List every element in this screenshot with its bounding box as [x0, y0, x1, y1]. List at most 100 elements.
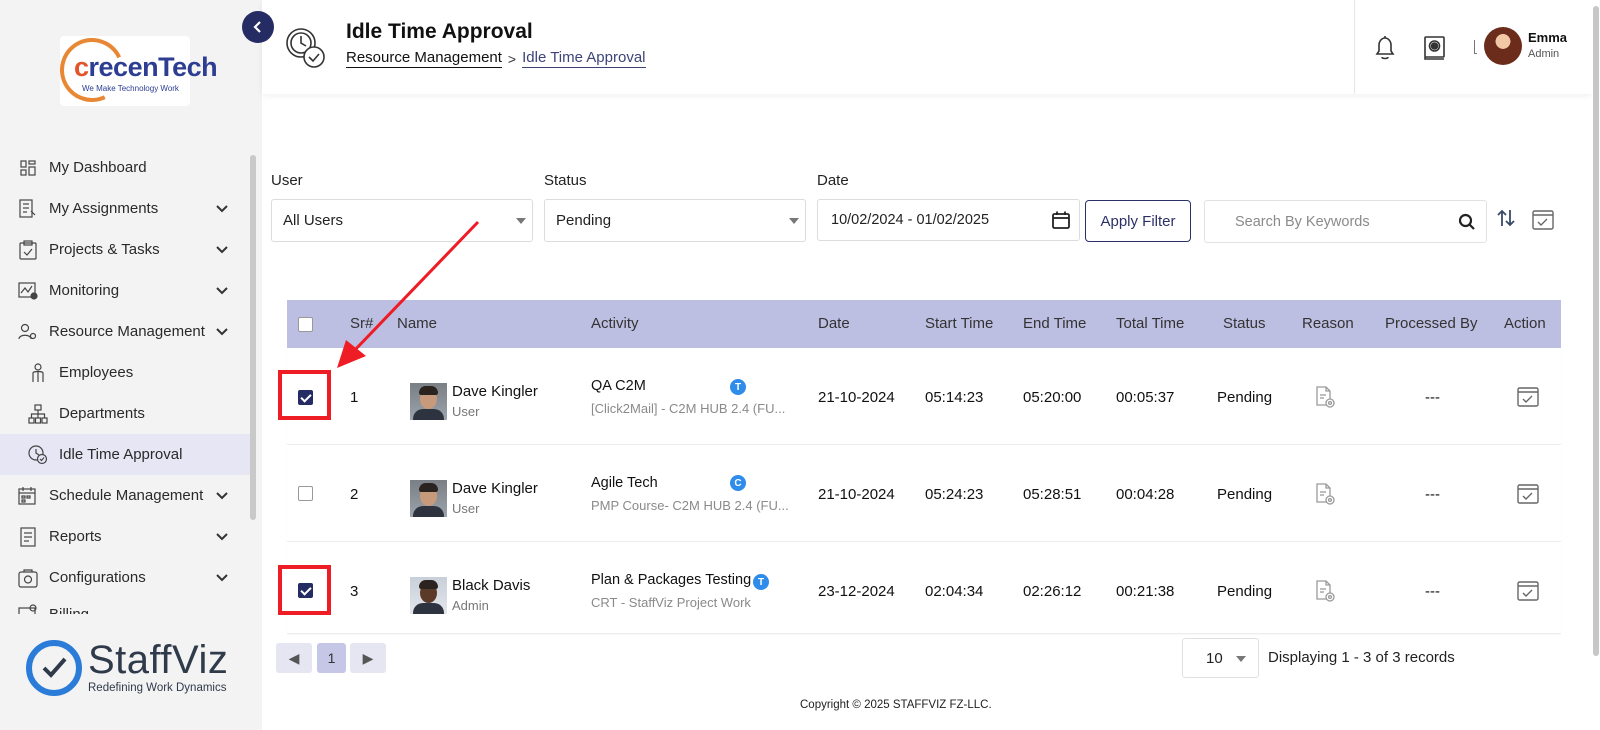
sidebar-item-label: Departments [59, 405, 145, 422]
sidebar-scrollbar[interactable] [250, 155, 256, 520]
user-photo [410, 577, 447, 614]
sidebar-item-label: Idle Time Approval [59, 446, 183, 463]
column-header-date: Date [818, 315, 850, 332]
idle-time-table: Sr# Name Activity Date Start Time End Ti… [287, 300, 1561, 634]
row-checkbox[interactable] [298, 486, 313, 501]
sidebar-item-my-assignments[interactable]: My Assignments [0, 188, 250, 229]
sidebar-item-monitoring[interactable]: Monitoring [0, 270, 250, 311]
row-status: Pending [1217, 486, 1273, 503]
search-icon[interactable] [1458, 213, 1476, 231]
billing-icon [18, 604, 38, 614]
sidebar-item-label: Resource Management [49, 323, 205, 340]
breadcrumb-resource-management[interactable]: Resource Management [346, 49, 502, 68]
page-scrollbar[interactable] [1592, 0, 1600, 730]
row-date: 21-10-2024 [818, 486, 895, 503]
per-page-select[interactable]: 10 [1182, 638, 1259, 678]
user-photo [410, 480, 447, 517]
breadcrumb-separator: > [507, 50, 517, 67]
page-scrollbar-thumb[interactable] [1593, 6, 1599, 656]
column-header-end-time: End Time [1023, 315, 1087, 332]
reason-document-icon[interactable] [1314, 579, 1336, 603]
next-page-button[interactable]: ▶ [350, 643, 386, 673]
sidebar-item-reports[interactable]: Reports [0, 516, 250, 557]
column-header-action: Action [1504, 315, 1546, 332]
sidebar-item-projects-tasks[interactable]: Projects & Tasks [0, 229, 250, 270]
row-sr: 2 [350, 486, 359, 503]
chevron-down-icon [216, 287, 228, 295]
manual-book-icon[interactable] [1422, 34, 1448, 62]
breadcrumb-idle-time-approval[interactable]: Idle Time Approval [522, 49, 646, 68]
notification-bell-icon[interactable] [1372, 34, 1398, 62]
activity-badge: C [730, 475, 746, 491]
chevron-down-icon [216, 574, 228, 582]
idle-clock-icon [28, 444, 48, 465]
logo-text: crecenTech [74, 52, 218, 82]
sidebar-item-label: Configurations [49, 569, 146, 586]
prev-page-button[interactable]: ◀ [276, 643, 312, 673]
row-status: Pending [1217, 389, 1273, 406]
row-sr: 3 [350, 583, 359, 600]
user-filter-value: All Users [283, 212, 344, 229]
caret-down-icon [1236, 656, 1246, 662]
row-activity-detail: [Click2Mail] - C2M HUB 2.4 (FU... [591, 401, 786, 416]
separator-mark [1474, 40, 1477, 54]
approve-action-icon[interactable] [1516, 481, 1540, 505]
monitoring-icon [18, 281, 38, 301]
idle-time-clock-icon [286, 28, 325, 68]
row-processed-by: --- [1425, 583, 1440, 600]
sidebar-item-label: My Assignments [49, 200, 159, 217]
sidebar-item-departments[interactable]: Departments [0, 393, 250, 434]
column-header-sr: Sr# [350, 315, 374, 332]
table-row: 2 Dave Kingler User Agile Tech C PMP Cou… [287, 445, 1561, 542]
sidebar-item-my-dashboard[interactable]: My Dashboard [0, 147, 250, 188]
column-header-reason: Reason [1302, 315, 1354, 332]
row-activity-title: Agile Tech [591, 475, 658, 491]
employee-icon [28, 362, 48, 383]
row-user-name: Black Davis [452, 577, 531, 594]
brand-name: StaffViz [88, 638, 229, 682]
column-header-total-time: Total Time [1116, 315, 1185, 332]
reason-document-icon[interactable] [1314, 482, 1336, 506]
bulk-approve-icon[interactable] [1531, 207, 1555, 231]
sidebar: crecenTech We Make Technology Work My Da… [0, 0, 262, 730]
sidebar-item-schedule-management[interactable]: Schedule Management [0, 475, 250, 516]
approve-action-icon[interactable] [1516, 384, 1540, 408]
brand-tagline: Redefining Work Dynamics [88, 682, 227, 694]
apply-filter-button[interactable]: Apply Filter [1085, 200, 1191, 242]
sidebar-item-configurations[interactable]: Configurations [0, 557, 250, 598]
sidebar-item-label: Schedule Management [49, 487, 204, 504]
calendar-icon[interactable] [1051, 210, 1071, 230]
sidebar-item-idle-time-approval[interactable]: Idle Time Approval [0, 434, 250, 475]
header-divider [1354, 0, 1355, 94]
select-all-checkbox[interactable] [298, 317, 313, 332]
sidebar-collapse-button[interactable] [242, 11, 274, 43]
row-user-role: User [452, 404, 480, 419]
assignments-icon [18, 198, 38, 219]
sidebar-item-billing[interactable]: Billing [0, 598, 250, 614]
table-header: Sr# Name Activity Date Start Time End Ti… [287, 300, 1561, 348]
search-input[interactable] [1235, 213, 1455, 230]
breadcrumb: Resource Management > Idle Time Approval [346, 49, 646, 68]
sidebar-item-resource-management[interactable]: Resource Management [0, 311, 250, 352]
row-activity-title: Plan & Packages Testing [591, 572, 752, 588]
search-box[interactable] [1204, 200, 1487, 243]
highlight-box-row-3 [278, 565, 331, 615]
page-1-button[interactable]: 1 [317, 643, 346, 673]
reason-document-icon[interactable] [1314, 385, 1336, 409]
row-status: Pending [1217, 583, 1273, 600]
sidebar-item-employees[interactable]: Employees [0, 352, 250, 393]
user-avatar[interactable] [1484, 27, 1522, 65]
date-range-input[interactable]: 10/02/2024 - 01/02/2025 [817, 199, 1080, 241]
approve-action-icon[interactable] [1516, 578, 1540, 602]
sort-icon[interactable] [1496, 206, 1516, 230]
clipboard-icon [18, 239, 38, 260]
logo-tagline: We Make Technology Work [82, 84, 179, 93]
user-filter-select[interactable]: All Users [271, 199, 533, 242]
column-header-activity: Activity [591, 315, 639, 332]
status-filter-value: Pending [556, 212, 612, 229]
status-filter-select[interactable]: Pending [544, 199, 806, 242]
staffviz-logo-icon [26, 640, 82, 696]
sidebar-item-label: Billing [49, 606, 89, 614]
column-header-start-time: Start Time [925, 315, 994, 332]
reports-icon [18, 526, 38, 547]
